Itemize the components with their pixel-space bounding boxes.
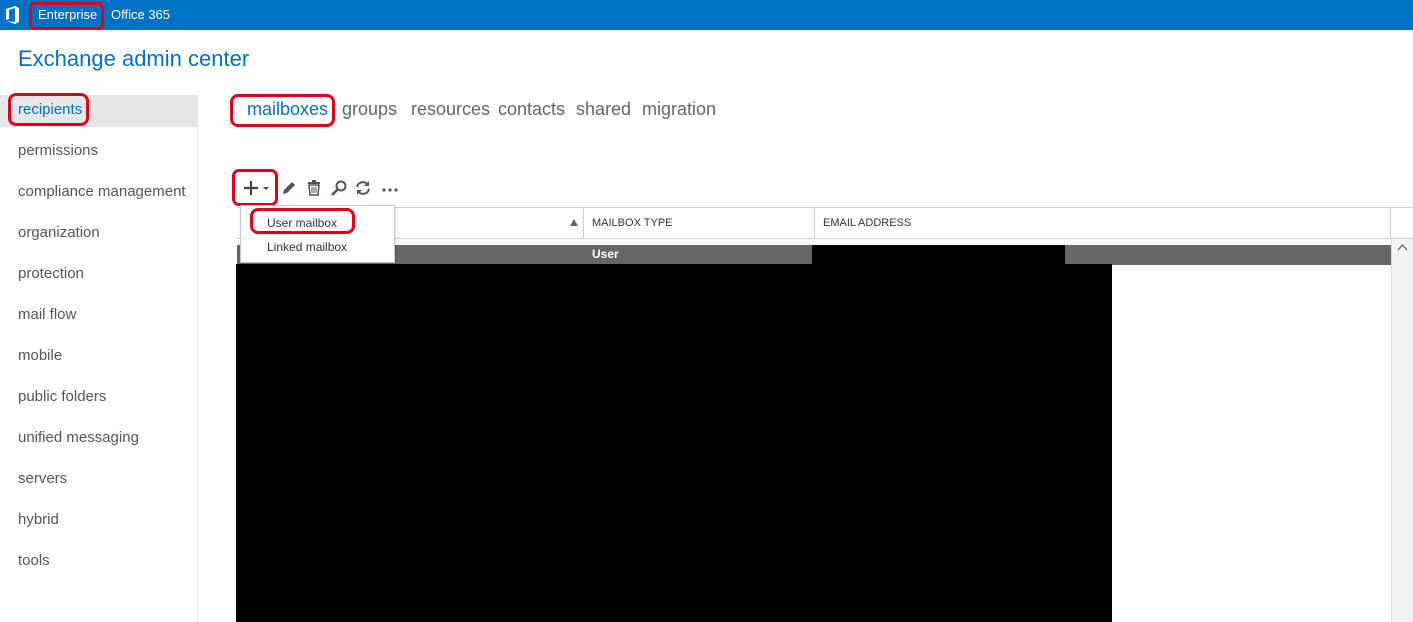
tab-resources[interactable]: resources [411,99,490,120]
refresh-icon[interactable] [354,179,372,197]
edit-icon[interactable] [280,179,298,197]
column-header-email-address[interactable]: EMAIL ADDRESS [815,208,1391,238]
add-highlight [232,169,278,206]
sidebar-item-hybrid[interactable]: hybrid [0,505,197,537]
scroll-up-icon[interactable] [1397,243,1408,251]
sidebar-item-unified-messaging[interactable]: unified messaging [0,423,197,455]
grid-header: MAILBOX TYPE EMAIL ADDRESS [237,207,1413,239]
tab-groups[interactable]: groups [342,99,397,120]
mailboxes-highlight [230,94,335,127]
sidebar-item-protection[interactable]: protection [0,259,197,291]
more-icon[interactable] [381,179,399,197]
delete-icon[interactable] [305,179,323,197]
redacted-content [236,264,1112,622]
sidebar-item-mail-flow[interactable]: mail flow [0,300,197,332]
tab-shared[interactable]: shared [576,99,631,120]
table-row[interactable]: User [237,245,1391,265]
search-icon[interactable] [330,179,348,197]
user-mailbox-highlight [250,208,355,234]
redacted-email [812,245,1065,265]
sidebar-item-permissions[interactable]: permissions [0,136,197,168]
sidebar-item-compliance-management[interactable]: compliance management [0,177,197,209]
sort-ascending-icon [570,219,578,226]
sidebar-item-servers[interactable]: servers [0,464,197,496]
recipients-highlight [8,93,89,126]
enterprise-highlight [29,2,104,30]
page-title: Exchange admin center [18,46,250,71]
office365-link[interactable]: Office 365 [111,7,170,22]
tab-contacts[interactable]: contacts [498,99,565,120]
column-header-mailbox-type[interactable]: MAILBOX TYPE [584,208,815,238]
tab-migration[interactable]: migration [642,99,716,120]
scrollbar[interactable] [1391,239,1413,622]
sidebar: recipients permissions compliance manage… [0,95,198,622]
menu-item-linked-mailbox[interactable]: Linked mailbox [267,240,347,254]
top-bar: Enterprise Office 365 [0,0,1413,30]
sidebar-item-tools[interactable]: tools [0,546,197,578]
sidebar-item-public-folders[interactable]: public folders [0,382,197,414]
sidebar-item-mobile[interactable]: mobile [0,341,197,373]
office365-logo-icon[interactable] [5,6,20,24]
row-mailbox-type: User [592,247,619,261]
sidebar-item-organization[interactable]: organization [0,218,197,250]
